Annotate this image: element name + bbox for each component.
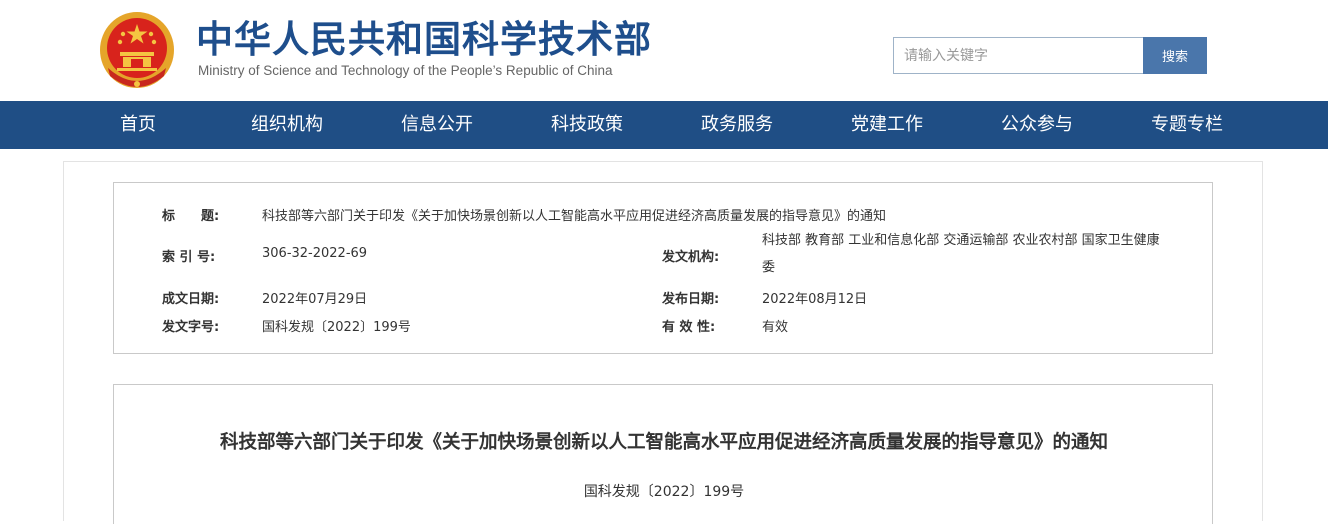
- created-date-label: 成文日期:: [162, 292, 220, 307]
- published-date-value: 2022年08月12日: [762, 292, 868, 307]
- article-doc-number: 国科发规〔2022〕199号: [583, 484, 745, 500]
- article-box: 科技部等六部门关于印发《关于加快场景创新以人工智能高水平应用促进经济高质量发展的…: [113, 384, 1213, 524]
- national-emblem-icon[interactable]: [98, 10, 176, 90]
- published-date-label: 发布日期:: [662, 292, 720, 307]
- validity-value: 有效: [762, 320, 789, 335]
- index-number-value: 306-32-2022-69: [262, 246, 368, 261]
- doc-number-label: 发文字号:: [162, 320, 220, 335]
- title-label: 标 题:: [162, 209, 220, 224]
- nav-item-party-work[interactable]: 党建工作: [851, 101, 923, 149]
- nav-item-organization[interactable]: 组织机构: [251, 101, 323, 149]
- validity-label: 有 效 性:: [662, 320, 716, 335]
- metadata-table: 标 题: 科技部等六部门关于印发《关于加快场景创新以人工智能高水平应用促进经济高…: [113, 182, 1213, 354]
- site-title[interactable]: 中华人民共和国科学技术部: [196, 18, 652, 62]
- nav-item-info-disclosure[interactable]: 信息公开: [401, 101, 473, 149]
- nav-item-sci-policy[interactable]: 科技政策: [551, 101, 623, 149]
- title-value: 科技部等六部门关于印发《关于加快场景创新以人工智能高水平应用促进经济高质量发展的…: [262, 209, 887, 224]
- doc-number-value: 国科发规〔2022〕199号: [262, 320, 411, 335]
- nav-item-public-participation[interactable]: 公众参与: [1001, 101, 1073, 149]
- search-input[interactable]: [893, 37, 1143, 74]
- index-number-label: 索 引 号:: [162, 250, 216, 265]
- nav-item-home[interactable]: 首页: [120, 101, 156, 149]
- main-nav: 首页 组织机构 信息公开 科技政策 政务服务 党建工作 公众参与 专题专栏: [0, 101, 1328, 149]
- site-subtitle: Ministry of Science and Technology of th…: [198, 63, 613, 78]
- article-title: 科技部等六部门关于印发《关于加快场景创新以人工智能高水平应用促进经济高质量发展的…: [219, 432, 1108, 453]
- site-header: 中华人民共和国科学技术部 Ministry of Science and Tec…: [0, 0, 1328, 101]
- issuer-value: 科技部 教育部 工业和信息化部 交通运输部 农业农村部 国家卫生健康委: [762, 233, 1160, 275]
- created-date-value: 2022年07月29日: [262, 292, 368, 307]
- nav-item-special-topics[interactable]: 专题专栏: [1151, 101, 1223, 149]
- issuer-label: 发文机构:: [662, 250, 720, 265]
- search-button[interactable]: 搜索: [1143, 37, 1207, 74]
- nav-item-gov-services[interactable]: 政务服务: [701, 101, 773, 149]
